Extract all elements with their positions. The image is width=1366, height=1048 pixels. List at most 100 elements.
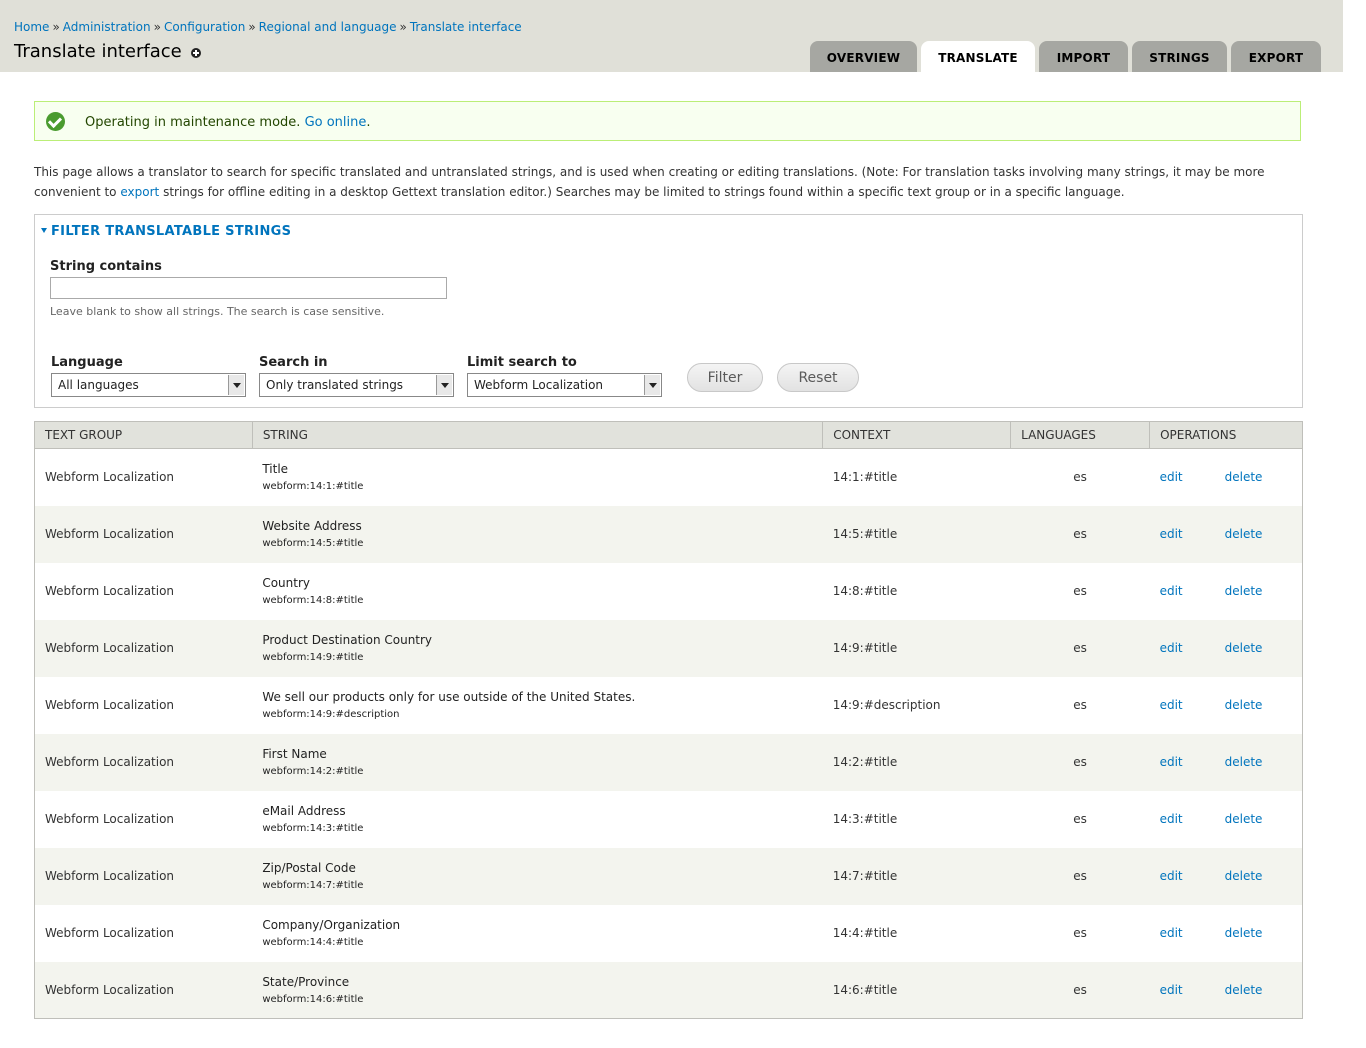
languages-cell: es [1010,619,1150,677]
breadcrumb-configuration[interactable]: Configuration [164,20,245,34]
source-string: Country [262,576,310,590]
delete-link[interactable]: delete [1225,812,1263,826]
search-in-select[interactable]: Only translated strings [259,373,454,397]
description-text-2: strings for offline editing in a desktop… [163,185,1125,199]
languages-cell: es [1010,562,1150,620]
language-select-value: All languages [58,378,139,392]
edit-link[interactable]: edit [1160,527,1183,541]
breadcrumb-separator: » [153,20,161,34]
tab-overview[interactable]: OVERVIEW [810,41,917,72]
source-string: First Name [262,747,327,761]
tab-translate[interactable]: TRANSLATE [921,41,1035,72]
string-location: webform:14:5:#title [262,538,364,549]
tab-export[interactable]: EXPORT [1231,41,1321,72]
go-online-link[interactable]: Go online [305,115,367,130]
text-group-cell: Webform Localization [34,676,253,734]
dropdown-arrow-icon [228,375,244,395]
limit-search-select[interactable]: Webform Localization [467,373,662,397]
delete-link[interactable]: delete [1225,584,1263,598]
string-cell: Website Address webform:14:5:#title [252,505,823,563]
filter-fieldset: FILTER TRANSLATABLE STRINGS String conta… [34,214,1303,408]
table-row: Webform Localization We sell our products… [34,676,1303,734]
string-cell: eMail Address webform:14:3:#title [252,790,823,848]
breadcrumb-home[interactable]: Home [14,20,49,34]
string-cell: First Name webform:14:2:#title [252,733,823,791]
table-row: Webform Localization First Name webform:14… [34,733,1303,791]
breadcrumb-regional-language[interactable]: Regional and language [259,20,397,34]
edit-link[interactable]: edit [1160,812,1183,826]
string-cell: Country webform:14:8:#title [252,562,823,620]
source-string: Website Address [262,519,362,533]
string-cell: We sell our products only for use outsid… [252,676,823,734]
string-location: webform:14:6:#title [262,993,364,1005]
edit-link[interactable]: edit [1160,926,1183,940]
limit-search-label: Limit search to [467,355,577,370]
column-header-languages: LANGUAGES [1010,421,1151,449]
text-group-cell: Webform Localization [34,562,253,620]
text-group-cell: Webform Localization [34,847,253,905]
string-location: webform:14:4:#title [262,937,364,948]
languages-cell: es [1010,847,1150,905]
operations-cell: edit delete [1149,448,1303,506]
edit-link[interactable]: edit [1160,869,1183,883]
operations-cell: edit delete [1149,961,1303,1019]
delete-link[interactable]: delete [1225,983,1263,997]
string-location: webform:14:2:#title [262,766,364,777]
breadcrumb-administration[interactable]: Administration [63,20,151,34]
breadcrumb-separator: » [248,20,256,34]
table-row: Webform Localization Zip/Postal Code webfo… [34,847,1303,905]
text-group-cell: Webform Localization [34,448,253,506]
delete-link[interactable]: delete [1225,470,1263,484]
export-link[interactable]: export [120,185,159,199]
source-string: eMail Address [262,804,346,818]
breadcrumb-separator: » [399,20,407,34]
string-contains-input[interactable] [50,277,447,299]
languages-cell: es [1010,733,1150,791]
check-icon [46,112,65,131]
delete-link[interactable]: delete [1225,641,1263,655]
string-cell: Company/Organization webform:14:4:#title [252,904,823,962]
edit-link[interactable]: edit [1160,584,1183,598]
string-location: webform:14:8:#title [262,595,364,606]
message-tail: . [366,115,371,130]
edit-link[interactable]: edit [1160,983,1183,997]
text-group-cell: Webform Localization [34,904,253,962]
operations-cell: edit delete [1149,676,1303,734]
language-select[interactable]: All languages [51,373,246,397]
delete-link[interactable]: delete [1225,527,1263,541]
delete-link[interactable]: delete [1225,698,1263,712]
breadcrumb-translate-interface[interactable]: Translate interface [410,20,522,34]
text-group-cell: Webform Localization [34,733,253,791]
column-header-text-group[interactable]: TEXT GROUP [34,421,253,449]
table-row: Webform Localization Country webform:14:8:… [34,562,1303,620]
add-shortcut-icon[interactable] [191,48,201,58]
status-message: Operating in maintenance mode. Go online… [34,101,1301,141]
edit-link[interactable]: edit [1160,698,1183,712]
filter-legend-toggle[interactable]: FILTER TRANSLATABLE STRINGS [41,224,291,239]
table-row: Webform Localization Company/Organization… [34,904,1303,962]
delete-link[interactable]: delete [1225,869,1263,883]
column-header-string[interactable]: STRING [252,421,824,449]
column-header-context[interactable]: CONTEXT [822,421,1012,449]
string-location: webform:14:1:#title [262,481,364,493]
page-title: Translate interface [14,41,182,62]
table-header-row: TEXT GROUP STRING CONTEXT LANGUAGES OPER… [34,421,1303,449]
text-group-cell: Webform Localization [34,961,253,1019]
edit-link[interactable]: edit [1160,641,1183,655]
reset-button[interactable]: Reset [777,363,859,392]
edit-link[interactable]: edit [1160,755,1183,769]
languages-cell: es [1010,904,1150,962]
string-location: webform:14:3:#title [262,823,364,834]
edit-link[interactable]: edit [1160,470,1183,484]
delete-link[interactable]: delete [1225,926,1263,940]
context-cell: 14:7:#title [822,847,1011,905]
filter-button[interactable]: Filter [687,363,763,392]
context-cell: 14:1:#title [822,448,1011,506]
tab-strings[interactable]: STRINGS [1132,41,1227,72]
delete-link[interactable]: delete [1225,755,1263,769]
operations-cell: edit delete [1149,847,1303,905]
tab-import[interactable]: IMPORT [1039,41,1128,72]
filter-legend-label: FILTER TRANSLATABLE STRINGS [51,224,292,239]
page-description: This page allows a translator to search … [34,162,1304,202]
languages-cell: es [1010,505,1150,563]
